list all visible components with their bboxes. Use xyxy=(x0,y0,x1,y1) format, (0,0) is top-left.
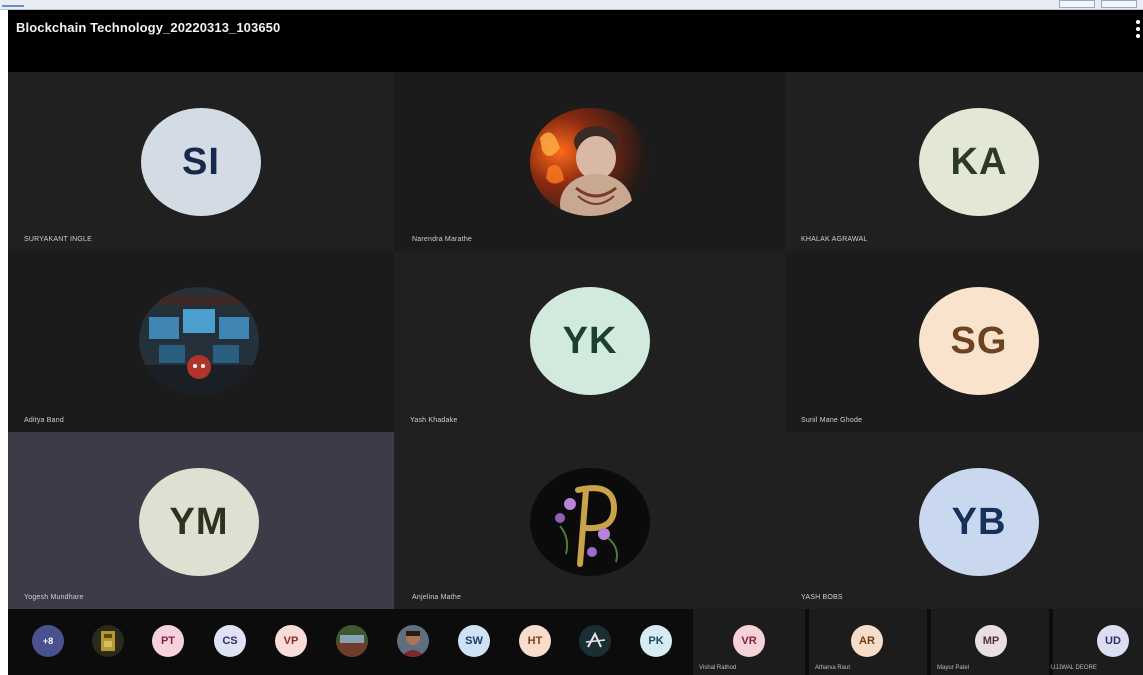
avatar-photo xyxy=(139,287,259,395)
participant-name: Atharva Raut xyxy=(815,665,851,671)
maximize-window-button[interactable] xyxy=(1101,0,1137,8)
participant-tile[interactable]: YK Yash Khadake xyxy=(394,251,785,432)
more-options-icon[interactable] xyxy=(1135,20,1141,38)
participant-name: SURYAKANT INGLE xyxy=(24,236,92,243)
participant-avatar-photo[interactable] xyxy=(397,625,429,657)
participant-avatar[interactable]: SW xyxy=(458,625,490,657)
avatar: YK xyxy=(530,287,650,395)
participant-tile[interactable]: YB YASH BOBS xyxy=(785,432,1143,609)
avatar: SG xyxy=(919,287,1039,395)
participant-name: KHALAK AGRAWAL xyxy=(801,236,868,243)
participant-mini-tile[interactable]: UD UJJWAL DEORE xyxy=(1051,609,1143,675)
meeting-view: Blockchain Technology_20220313_103650 SI… xyxy=(8,10,1143,675)
avatar: KA xyxy=(919,108,1039,216)
participant-strip: +8 PT CS VP SW HT PK VR Vishal Rathod AR… xyxy=(8,609,1143,675)
participant-name: UJJWAL DEORE xyxy=(1051,665,1097,671)
meeting-title-bar: Blockchain Technology_20220313_103650 xyxy=(8,10,1143,72)
avatar: YM xyxy=(139,468,259,576)
minimize-window-button[interactable] xyxy=(1059,0,1095,8)
participant-avatar-photo[interactable] xyxy=(579,625,611,657)
more-participants-button[interactable]: +8 xyxy=(32,625,64,657)
participant-name: Anjelina Mathe xyxy=(412,594,462,601)
avatar-photo xyxy=(530,108,650,216)
participant-avatar: AR xyxy=(851,625,883,657)
participant-tile[interactable]: SI SURYAKANT INGLE xyxy=(8,72,394,251)
window-menu-icon[interactable] xyxy=(2,1,24,7)
participant-name: Yash Khadake xyxy=(410,417,458,424)
participant-avatar-photo[interactable] xyxy=(336,625,368,657)
participant-tile[interactable]: Aditya Band xyxy=(8,251,394,432)
participant-tile[interactable]: Anjelina Mathe xyxy=(394,432,785,609)
participant-mini-tile[interactable]: MP Mayur Patel xyxy=(931,609,1049,675)
participant-avatar: MP xyxy=(975,625,1007,657)
participant-tile[interactable]: KA KHALAK AGRAWAL xyxy=(785,72,1143,251)
participant-avatar[interactable]: HT xyxy=(519,625,551,657)
participant-mini-tile[interactable]: VR Vishal Rathod xyxy=(693,609,805,675)
participant-name: Sunil Mane Ghode xyxy=(801,417,863,424)
participant-name: Aditya Band xyxy=(24,417,64,424)
participant-avatar[interactable]: PK xyxy=(640,625,672,657)
participant-tile[interactable]: SG Sunil Mane Ghode xyxy=(785,251,1143,432)
participant-avatar-photo[interactable] xyxy=(92,625,124,657)
window-title-strip xyxy=(0,0,1143,10)
participant-name: YASH BOBS xyxy=(801,594,843,601)
avatar: YB xyxy=(919,468,1039,576)
participant-mini-tile[interactable]: AR Atharva Raut xyxy=(809,609,927,675)
meeting-title: Blockchain Technology_20220313_103650 xyxy=(16,20,281,35)
participant-avatar[interactable]: CS xyxy=(214,625,246,657)
participant-avatar[interactable]: PT xyxy=(152,625,184,657)
participant-name: Mayur Patel xyxy=(937,665,970,671)
participant-avatar[interactable]: VP xyxy=(275,625,307,657)
participant-name: Narendra Marathe xyxy=(412,236,473,243)
participant-tile-active[interactable]: YM Yogesh Mundhare xyxy=(8,432,394,609)
participant-avatar: VR xyxy=(733,625,765,657)
participant-name: Yogesh Mundhare xyxy=(24,594,84,601)
avatar-photo xyxy=(530,468,650,576)
participant-avatar: UD xyxy=(1097,625,1129,657)
avatar: SI xyxy=(141,108,261,216)
participant-tile[interactable]: Narendra Marathe xyxy=(394,72,785,251)
participant-name: Vishal Rathod xyxy=(699,665,737,671)
